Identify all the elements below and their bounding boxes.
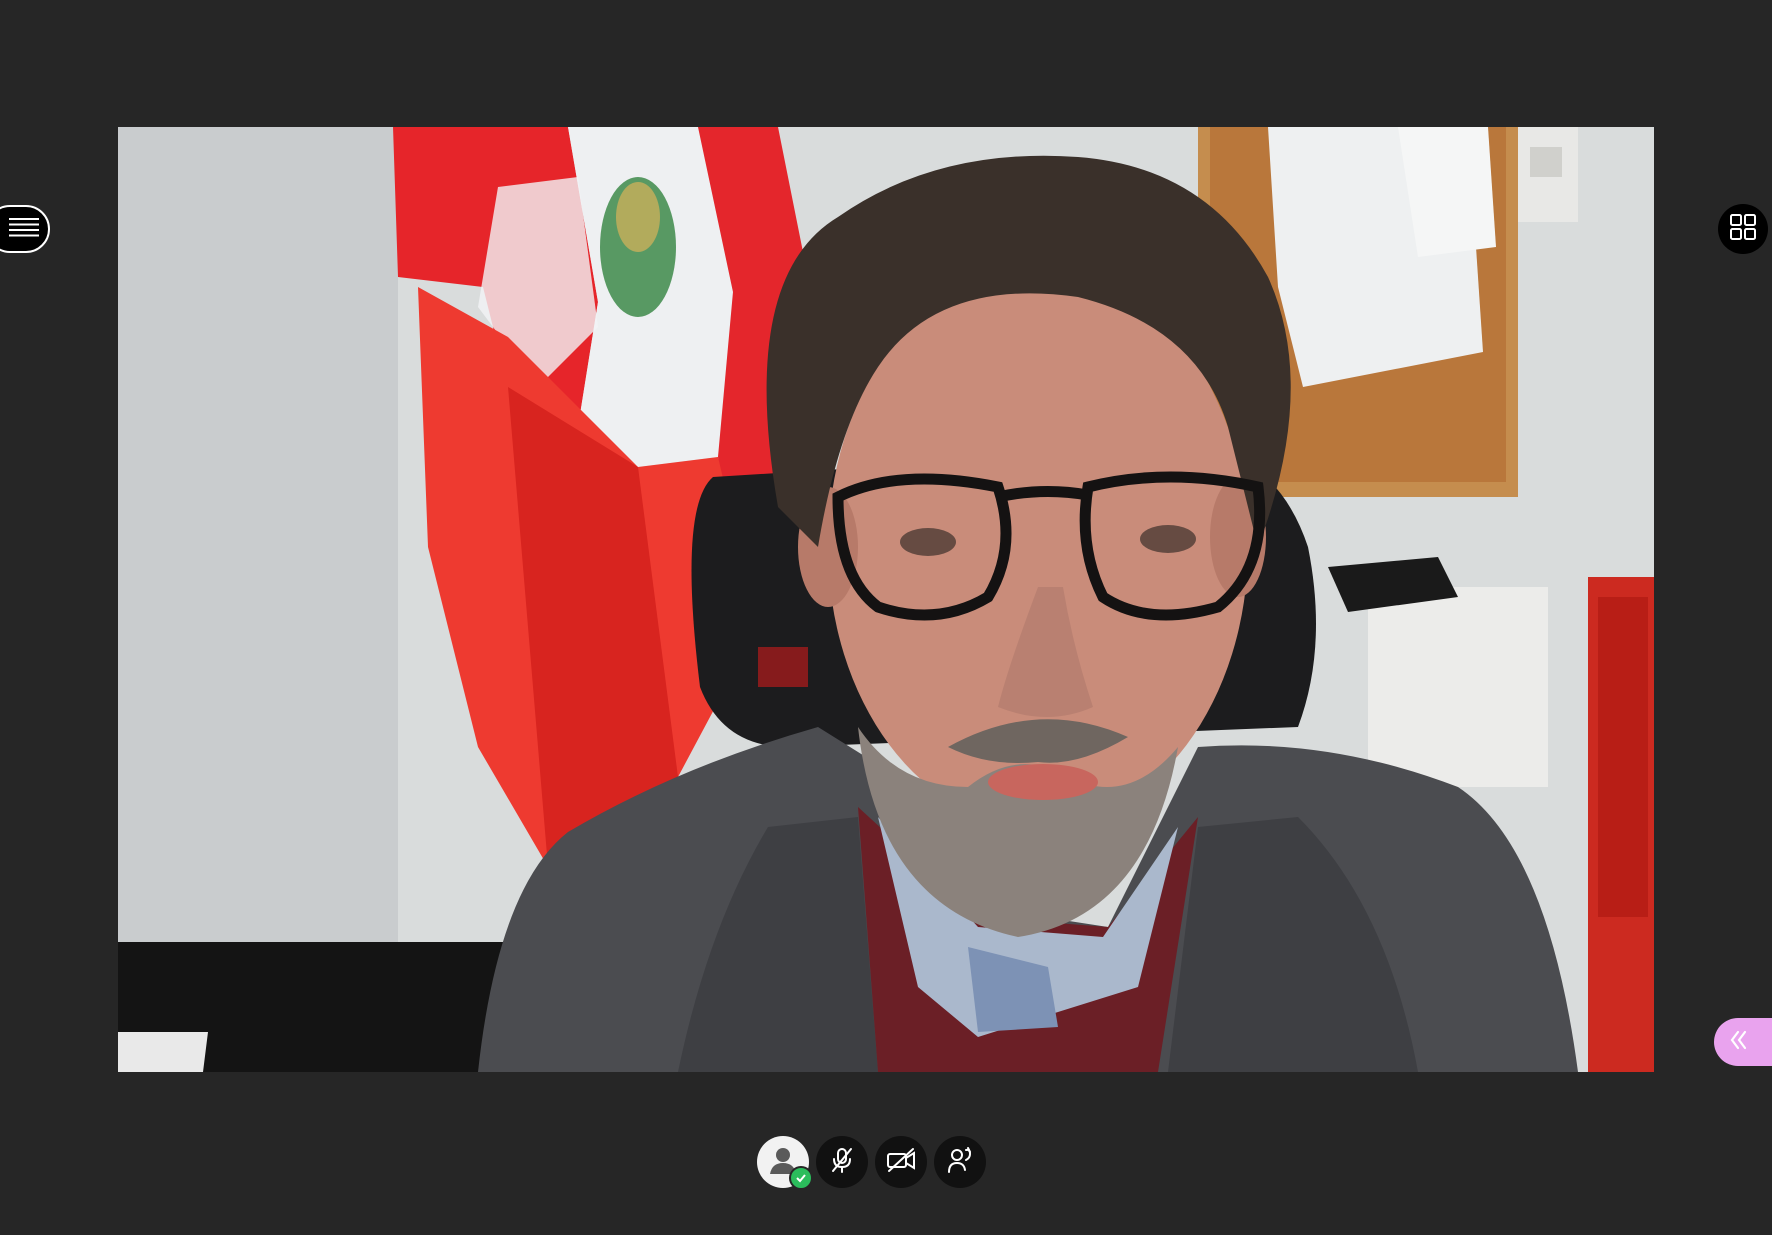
grid-layout-icon xyxy=(1730,213,1756,245)
raise-hand-button[interactable] xyxy=(934,1136,986,1188)
side-panel-toggle[interactable] xyxy=(1714,1018,1772,1066)
call-controls xyxy=(757,1136,986,1190)
status-online-badge xyxy=(789,1166,813,1190)
raise-hand-icon xyxy=(946,1146,974,1179)
layout-toggle-button[interactable] xyxy=(1718,204,1768,254)
microphone-toggle-button[interactable] xyxy=(816,1136,868,1188)
user-avatar-button[interactable] xyxy=(757,1136,813,1190)
video-frame-image xyxy=(118,127,1654,1072)
menu-button[interactable] xyxy=(0,205,50,253)
microphone-muted-icon xyxy=(828,1146,856,1179)
camera-off-icon xyxy=(886,1147,916,1178)
camera-toggle-button[interactable] xyxy=(875,1136,927,1188)
double-chevron-left-icon xyxy=(1728,1029,1750,1056)
hamburger-menu-icon xyxy=(9,217,39,242)
participant-video[interactable] xyxy=(118,127,1654,1072)
